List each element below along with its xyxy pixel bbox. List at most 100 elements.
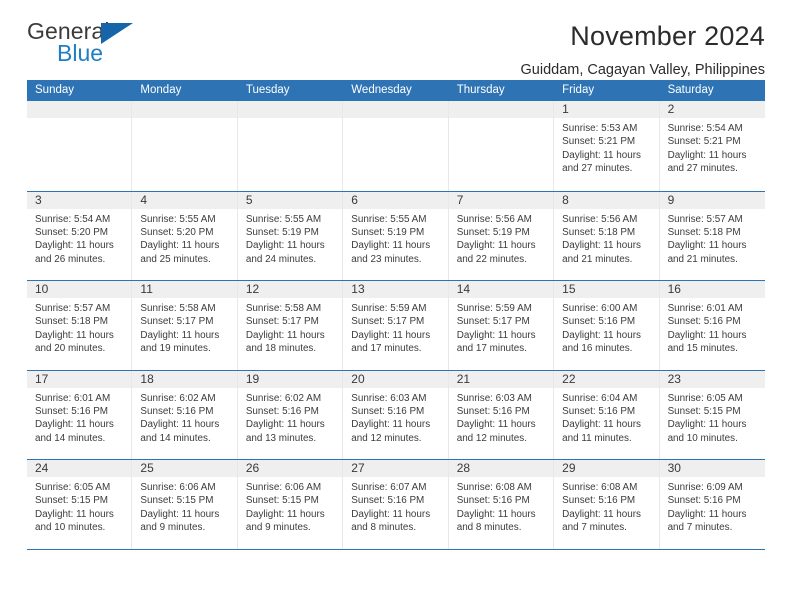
calendar-day-cell[interactable]: 3 Sunrise: 5:54 AM Sunset: 5:20 PM Daylight… — [27, 191, 133, 280]
daylight-duration-line1: Daylight: 11 hours — [667, 508, 747, 520]
sunset-time: Sunset: 5:16 PM — [562, 495, 636, 507]
sunrise-time: Sunrise: 5:54 AM — [667, 123, 743, 134]
calendar-day-cell[interactable]: 13 Sunrise: 5:59 AM Sunset: 5:17 PM Dayligh… — [343, 281, 449, 370]
calendar-day-cell[interactable]: 27 Sunrise: 6:07 AM Sunset: 5:16 PM Dayligh… — [343, 460, 449, 549]
calendar-day-cell[interactable]: 5 Sunrise: 5:55 AM Sunset: 5:19 PM Daylight… — [237, 191, 344, 280]
day-sun-info: Sunrise: 6:03 AM Sunset: 5:16 PM Daylight:… — [343, 388, 447, 446]
calendar-day-cell[interactable]: 18 Sunrise: 6:02 AM Sunset: 5:16 PM Dayligh… — [132, 370, 238, 459]
daylight-duration-line1: Daylight: 11 hours — [456, 419, 536, 431]
sunset-time: Sunset: 5:17 PM — [456, 316, 530, 328]
sunset-time: Sunset: 5:21 PM — [562, 136, 636, 148]
daylight-duration-line2: and 27 minutes. — [667, 163, 738, 175]
sunrise-time: Sunrise: 6:05 AM — [35, 482, 111, 493]
calendar-day-cell[interactable]: 8 Sunrise: 5:56 AM Sunset: 5:18 PM Daylight… — [554, 191, 660, 280]
sunrise-time: Sunrise: 5:55 AM — [140, 213, 216, 225]
sunrise-time: Sunrise: 6:03 AM — [351, 392, 427, 404]
day-number: 25 — [132, 460, 237, 477]
calendar-day-cell[interactable]: 30 Sunrise: 6:09 AM Sunset: 5:16 PM Dayligh… — [659, 460, 765, 549]
weekday-header-friday: Friday — [562, 84, 595, 96]
day-sun-info: Sunrise: 6:00 AM Sunset: 5:16 PM Daylight:… — [554, 298, 658, 356]
daylight-duration-line2: and 8 minutes. — [351, 522, 417, 534]
daylight-duration-line1: Daylight: 11 hours — [35, 419, 114, 431]
sunrise-time: Sunrise: 6:00 AM — [562, 303, 638, 314]
sunrise-time: Sunrise: 6:01 AM — [667, 303, 743, 314]
calendar-day-cell[interactable]: 22 Sunrise: 6:04 AM Sunset: 5:16 PM Dayligh… — [554, 370, 660, 459]
daylight-duration-line2: and 10 minutes. — [667, 432, 738, 444]
sunset-time: Sunset: 5:16 PM — [562, 405, 636, 417]
day-number: 15 — [554, 281, 659, 298]
daylight-duration-line1: Daylight: 11 hours — [351, 240, 431, 252]
daylight-duration-line2: and 19 minutes. — [140, 343, 211, 355]
calendar-day-cell[interactable]: 14 Sunrise: 5:59 AM Sunset: 5:17 PM Dayligh… — [448, 281, 555, 370]
daylight-duration-line2: and 17 minutes. — [456, 343, 527, 355]
weekday-header-saturday: Saturday — [667, 84, 714, 96]
sunset-time: Sunset: 5:19 PM — [351, 226, 425, 238]
calendar-day-cell[interactable]: 25 Sunrise: 6:06 AM Sunset: 5:15 PM Dayligh… — [132, 460, 238, 549]
sunrise-time: Sunrise: 5:57 AM — [667, 213, 743, 225]
sunset-time: Sunset: 5:16 PM — [351, 405, 425, 417]
daylight-duration-line1: Daylight: 11 hours — [351, 508, 431, 520]
sunset-time: Sunset: 5:21 PM — [667, 136, 741, 148]
day-sun-info: Sunrise: 5:58 AM Sunset: 5:17 PM Daylight:… — [132, 298, 236, 356]
day-sun-info: Sunrise: 6:03 AM Sunset: 5:16 PM Daylight:… — [449, 388, 553, 446]
calendar-day-cell[interactable]: 20 Sunrise: 6:03 AM Sunset: 5:16 PM Dayligh… — [343, 370, 449, 459]
calendar-day-cell[interactable]: 23 Sunrise: 6:05 AM Sunset: 5:15 PM Dayligh… — [659, 370, 765, 459]
sunrise-time: Sunrise: 5:56 AM — [456, 213, 532, 225]
logo-triangle-icon — [101, 23, 133, 44]
daylight-duration-line1: Daylight: 11 hours — [35, 329, 114, 341]
calendar-day-cell[interactable]: 1 Sunrise: 5:53 AM Sunset: 5:21 PM Daylight… — [554, 101, 660, 191]
sunset-time: Sunset: 5:17 PM — [140, 316, 214, 328]
daylight-duration-line2: and 7 minutes. — [667, 522, 733, 534]
calendar-day-cell[interactable]: 11 Sunrise: 5:58 AM Sunset: 5:17 PM Dayligh… — [132, 281, 238, 370]
day-number: 8 — [554, 191, 659, 209]
day-number — [27, 101, 132, 118]
daylight-duration-line1: Daylight: 11 hours — [140, 508, 220, 520]
day-number: 27 — [343, 460, 448, 477]
sunset-time: Sunset: 5:18 PM — [667, 226, 741, 238]
calendar-day-cell[interactable]: 24 Sunrise: 6:05 AM Sunset: 5:15 PM Dayligh… — [27, 460, 133, 549]
daylight-duration-line1: Daylight: 11 hours — [35, 508, 114, 520]
calendar-bottom-rule — [27, 548, 765, 550]
calendar-week-row: 3 Sunrise: 5:54 AM Sunset: 5:20 PM Daylight… — [27, 190, 765, 280]
calendar-day-cell[interactable]: 7 Sunrise: 5:56 AM Sunset: 5:19 PM Daylight… — [448, 191, 555, 280]
daylight-duration-line2: and 7 minutes. — [562, 522, 627, 534]
daylight-duration-line1: Daylight: 11 hours — [562, 149, 641, 161]
daylight-duration-line1: Daylight: 11 hours — [245, 508, 325, 520]
calendar-day-cell[interactable]: 28 Sunrise: 6:08 AM Sunset: 5:16 PM Dayligh… — [448, 460, 555, 549]
day-number: 2 — [659, 101, 765, 118]
day-number: 18 — [132, 370, 237, 388]
sunset-time: Sunset: 5:18 PM — [562, 226, 636, 238]
daylight-duration-line1: Daylight: 11 hours — [351, 419, 431, 431]
weekday-header-sunday: Sunday — [35, 84, 75, 96]
sunset-time: Sunset: 5:16 PM — [35, 405, 109, 417]
calendar-day-cell[interactable]: 16 Sunrise: 6:01 AM Sunset: 5:16 PM Dayligh… — [659, 281, 765, 370]
calendar-day-cell[interactable]: 6 Sunrise: 5:55 AM Sunset: 5:19 PM Daylight… — [343, 191, 449, 280]
calendar-day-cell[interactable]: 19 Sunrise: 6:02 AM Sunset: 5:16 PM Dayligh… — [237, 370, 344, 459]
sunrise-time: Sunrise: 6:06 AM — [140, 482, 216, 493]
calendar-day-cell[interactable]: 15 Sunrise: 6:00 AM Sunset: 5:16 PM Dayligh… — [554, 281, 660, 370]
calendar-day-cell[interactable]: 4 Sunrise: 5:55 AM Sunset: 5:20 PM Daylight… — [132, 191, 238, 280]
calendar-day-cell[interactable]: 26 Sunrise: 6:06 AM Sunset: 5:15 PM Dayligh… — [237, 460, 344, 549]
sunrise-time: Sunrise: 6:03 AM — [456, 392, 532, 404]
calendar-day-cell[interactable]: 9 Sunrise: 5:57 AM Sunset: 5:18 PM Daylight… — [659, 191, 765, 280]
general-blue-logo[interactable]: General Blue — [27, 18, 157, 74]
sunset-time: Sunset: 5:16 PM — [351, 495, 425, 507]
daylight-duration-line1: Daylight: 11 hours — [562, 419, 641, 431]
day-sun-info: Sunrise: 6:01 AM Sunset: 5:16 PM Daylight:… — [27, 388, 131, 446]
sunset-time: Sunset: 5:16 PM — [140, 405, 214, 417]
sunrise-time: Sunrise: 5:59 AM — [351, 303, 427, 314]
calendar-day-cell[interactable]: 29 Sunrise: 6:08 AM Sunset: 5:16 PM Dayligh… — [554, 460, 660, 549]
calendar-day-cell[interactable]: 21 Sunrise: 6:03 AM Sunset: 5:16 PM Dayligh… — [448, 370, 555, 459]
day-sun-info: Sunrise: 5:58 AM Sunset: 5:17 PM Daylight:… — [238, 298, 342, 356]
calendar-day-cell[interactable]: 17 Sunrise: 6:01 AM Sunset: 5:16 PM Dayligh… — [27, 370, 133, 459]
day-sun-info: Sunrise: 5:55 AM Sunset: 5:19 PM Daylight:… — [238, 209, 342, 267]
calendar-day-cell[interactable]: 12 Sunrise: 5:58 AM Sunset: 5:17 PM Dayligh… — [237, 281, 344, 370]
daylight-duration-line2: and 18 minutes. — [245, 343, 317, 355]
calendar-day-cell[interactable]: 2 Sunrise: 5:54 AM Sunset: 5:21 PM Daylight… — [659, 101, 765, 191]
calendar-day-cell[interactable]: 10 Sunrise: 5:57 AM Sunset: 5:18 PM Dayligh… — [27, 281, 133, 370]
daylight-duration-line1: Daylight: 11 hours — [456, 508, 536, 520]
sunset-time: Sunset: 5:16 PM — [562, 316, 636, 328]
weekday-header-thursday: Thursday — [456, 84, 505, 96]
day-number: 22 — [554, 370, 659, 388]
daylight-duration-line2: and 9 minutes. — [245, 522, 311, 534]
